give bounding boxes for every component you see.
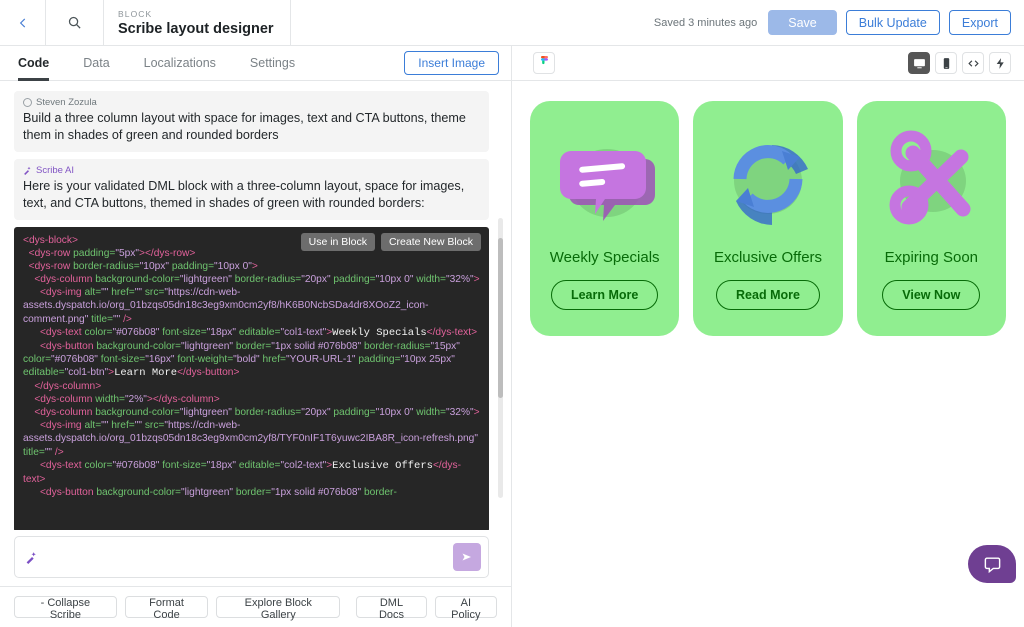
card-cta-button[interactable]: Read More: [716, 280, 820, 310]
preview-panel: Weekly Specials Learn More: [512, 46, 1024, 627]
bulk-update-button[interactable]: Bulk Update: [846, 10, 940, 35]
scribe-footer: - Collapse Scribe Format Code Explore Bl…: [0, 586, 511, 627]
chevron-left-icon: [16, 16, 30, 30]
scissors-icon: [875, 123, 987, 235]
tab-settings[interactable]: Settings: [250, 46, 295, 81]
ai-message-text: Here is your validated DML block with a …: [23, 178, 480, 211]
preview-toolbar: [512, 46, 1024, 81]
search-icon: [67, 15, 82, 30]
create-new-block-button[interactable]: Create New Block: [381, 233, 481, 251]
saved-status: Saved 3 minutes ago: [654, 17, 757, 29]
avatar-icon: [23, 98, 32, 107]
card-title: Exclusive Offers: [714, 249, 822, 266]
collapse-scribe-button[interactable]: - Collapse Scribe: [14, 596, 117, 618]
mobile-icon: [940, 57, 953, 70]
chat-scroll-area[interactable]: Steven Zozula Build a three column layou…: [0, 81, 511, 530]
send-icon: [461, 551, 473, 563]
tab-data[interactable]: Data: [83, 46, 109, 81]
use-in-block-button[interactable]: Use in Block: [301, 233, 375, 251]
scribe-panel: Code Data Localizations Settings Insert …: [0, 46, 512, 627]
figma-button[interactable]: [533, 52, 555, 74]
block-title-group: BLOCK Scribe layout designer: [104, 0, 291, 45]
format-code-button[interactable]: Format Code: [125, 596, 208, 618]
preview-card: Weekly Specials Learn More: [530, 101, 679, 336]
tab-code[interactable]: Code: [18, 46, 49, 81]
card-cta-button[interactable]: Learn More: [551, 280, 658, 310]
preview-card: Expiring Soon View Now: [857, 101, 1006, 336]
code-icon: [967, 57, 980, 70]
user-message-text: Build a three column layout with space f…: [23, 110, 480, 143]
insert-image-button[interactable]: Insert Image: [404, 51, 499, 75]
chat-input[interactable]: [38, 550, 453, 564]
topbar-actions: Saved 3 minutes ago Save Bulk Update Exp…: [654, 0, 1024, 45]
app-root: BLOCK Scribe layout designer Saved 3 min…: [0, 0, 1024, 627]
send-button[interactable]: [453, 543, 481, 571]
code-scrollbar-thumb[interactable]: [498, 238, 503, 398]
code-scrollbar[interactable]: [498, 218, 503, 498]
page-title: Scribe layout designer: [118, 20, 274, 38]
export-button[interactable]: Export: [949, 10, 1011, 35]
chat-message-user: Steven Zozula Build a three column layou…: [14, 91, 489, 152]
chat-bubble-icon: [983, 555, 1002, 574]
chat-message-ai: Scribe AI Here is your validated DML blo…: [14, 159, 489, 220]
back-button[interactable]: [0, 0, 46, 45]
refresh-icon: [712, 123, 824, 235]
magic-wand-icon: [23, 166, 32, 175]
desktop-icon: [913, 57, 926, 70]
lightning-button[interactable]: [989, 52, 1011, 74]
save-button[interactable]: Save: [768, 10, 837, 35]
chat-input-zone: [0, 530, 511, 586]
tab-bar: Code Data Localizations Settings Insert …: [0, 46, 511, 81]
card-cta-button[interactable]: View Now: [882, 280, 980, 310]
main-body: Code Data Localizations Settings Insert …: [0, 46, 1024, 627]
block-kicker: BLOCK: [118, 8, 152, 20]
dml-docs-button[interactable]: DML Docs: [356, 596, 426, 618]
ai-message-header: Scribe AI: [23, 165, 480, 176]
ai-policy-button[interactable]: AI Policy: [435, 596, 497, 618]
code-content[interactable]: <dys-block> <dys-row padding="5px"></dys…: [23, 234, 480, 499]
user-message-header: Steven Zozula: [23, 97, 480, 108]
preview-card: Exclusive Offers Read More: [693, 101, 842, 336]
code-view-button[interactable]: [962, 52, 984, 74]
figma-icon: [539, 56, 550, 70]
user-name: Steven Zozula: [36, 97, 97, 108]
card-title: Expiring Soon: [885, 249, 978, 266]
desktop-view-button[interactable]: [908, 52, 930, 74]
code-block: Use in Block Create New Block <dys-block…: [14, 227, 489, 530]
comment-bubble-icon: [549, 123, 661, 235]
topbar-spacer: [291, 0, 654, 45]
magic-wand-icon: [25, 551, 38, 564]
chat-input-box[interactable]: [14, 536, 489, 578]
code-action-buttons: Use in Block Create New Block: [301, 233, 481, 251]
preview-stage: Weekly Specials Learn More: [512, 81, 1024, 627]
explore-block-gallery-button[interactable]: Explore Block Gallery: [216, 596, 340, 618]
card-title: Weekly Specials: [550, 249, 660, 266]
tab-localizations[interactable]: Localizations: [144, 46, 216, 81]
lightning-icon: [994, 57, 1007, 70]
search-button[interactable]: [46, 0, 104, 45]
help-widget-button[interactable]: [968, 545, 1016, 583]
top-bar: BLOCK Scribe layout designer Saved 3 min…: [0, 0, 1024, 46]
mobile-view-button[interactable]: [935, 52, 957, 74]
ai-name: Scribe AI: [36, 165, 74, 176]
